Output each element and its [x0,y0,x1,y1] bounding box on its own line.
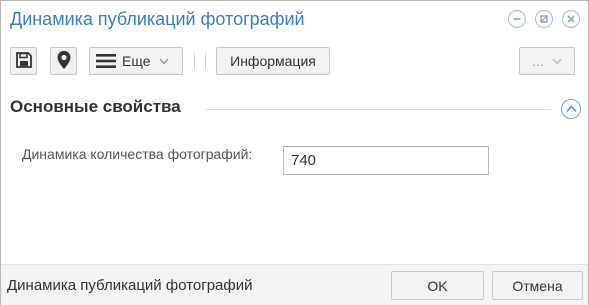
more-menu-button[interactable]: Еще [89,47,183,75]
footer-title: Динамика публикаций фотографий [7,277,253,294]
save-icon [15,51,33,72]
overflow-menu-button[interactable]: ... [519,47,575,75]
window-title: Динамика публикаций фотографий [10,9,305,29]
photo-count-input[interactable] [283,146,489,175]
map-pin-icon [56,50,72,73]
toolbar-separator [194,53,195,69]
minimize-icon[interactable] [508,10,526,28]
info-button[interactable]: Информация [216,47,330,75]
more-menu-label: Еще [122,53,151,69]
chevron-down-icon [552,58,562,65]
cancel-button[interactable]: Отмена [492,271,583,300]
photo-count-label: Динамика количества фотографий: [22,146,253,162]
location-button[interactable] [50,47,77,75]
chevron-down-icon [158,58,169,65]
restore-icon[interactable] [535,10,553,28]
title-bar: Динамика публикаций фотографий [1,1,588,39]
footer-bar: Динамика публикаций фотографий OK Отмена [1,264,588,305]
dialog-window: Динамика публикаций фотографий Еще Инфор… [0,0,589,305]
close-icon[interactable] [562,10,580,28]
save-button[interactable] [10,47,37,75]
overflow-label: ... [532,53,544,69]
hamburger-icon [96,53,116,69]
section-title: Основные свойства [10,97,181,116]
toolbar: Еще Информация ... [1,43,588,79]
toolbar-separator [205,53,206,69]
chevron-up-icon[interactable] [561,99,581,119]
section-divider [205,109,551,110]
ok-button[interactable]: OK [391,271,484,300]
